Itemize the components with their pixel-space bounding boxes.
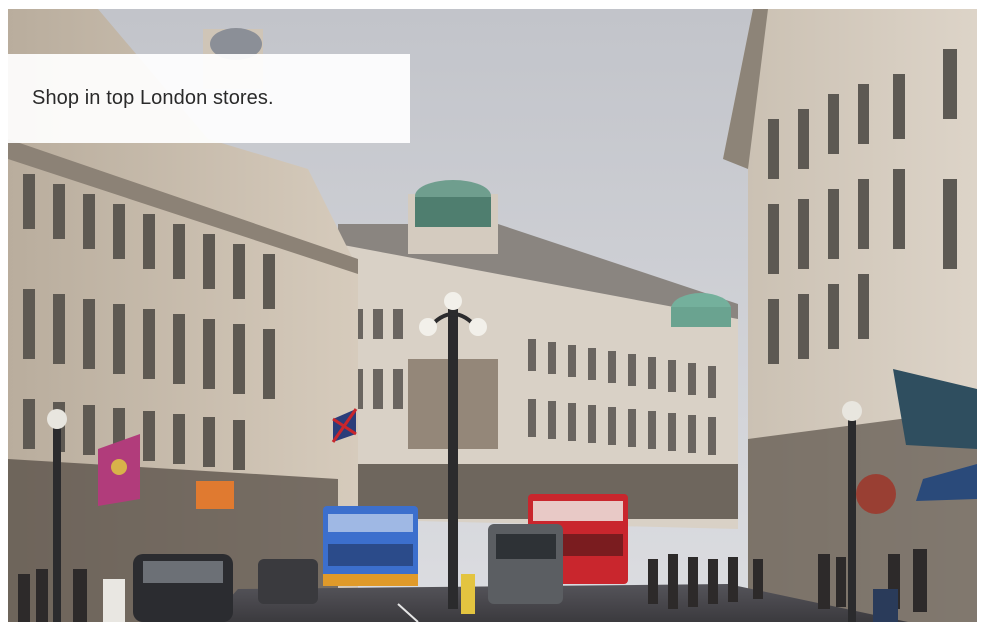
caption-overlay: Shop in top London stores. [8,54,410,143]
blue-bus [323,506,418,586]
caption-text: Shop in top London stores. [32,87,274,109]
